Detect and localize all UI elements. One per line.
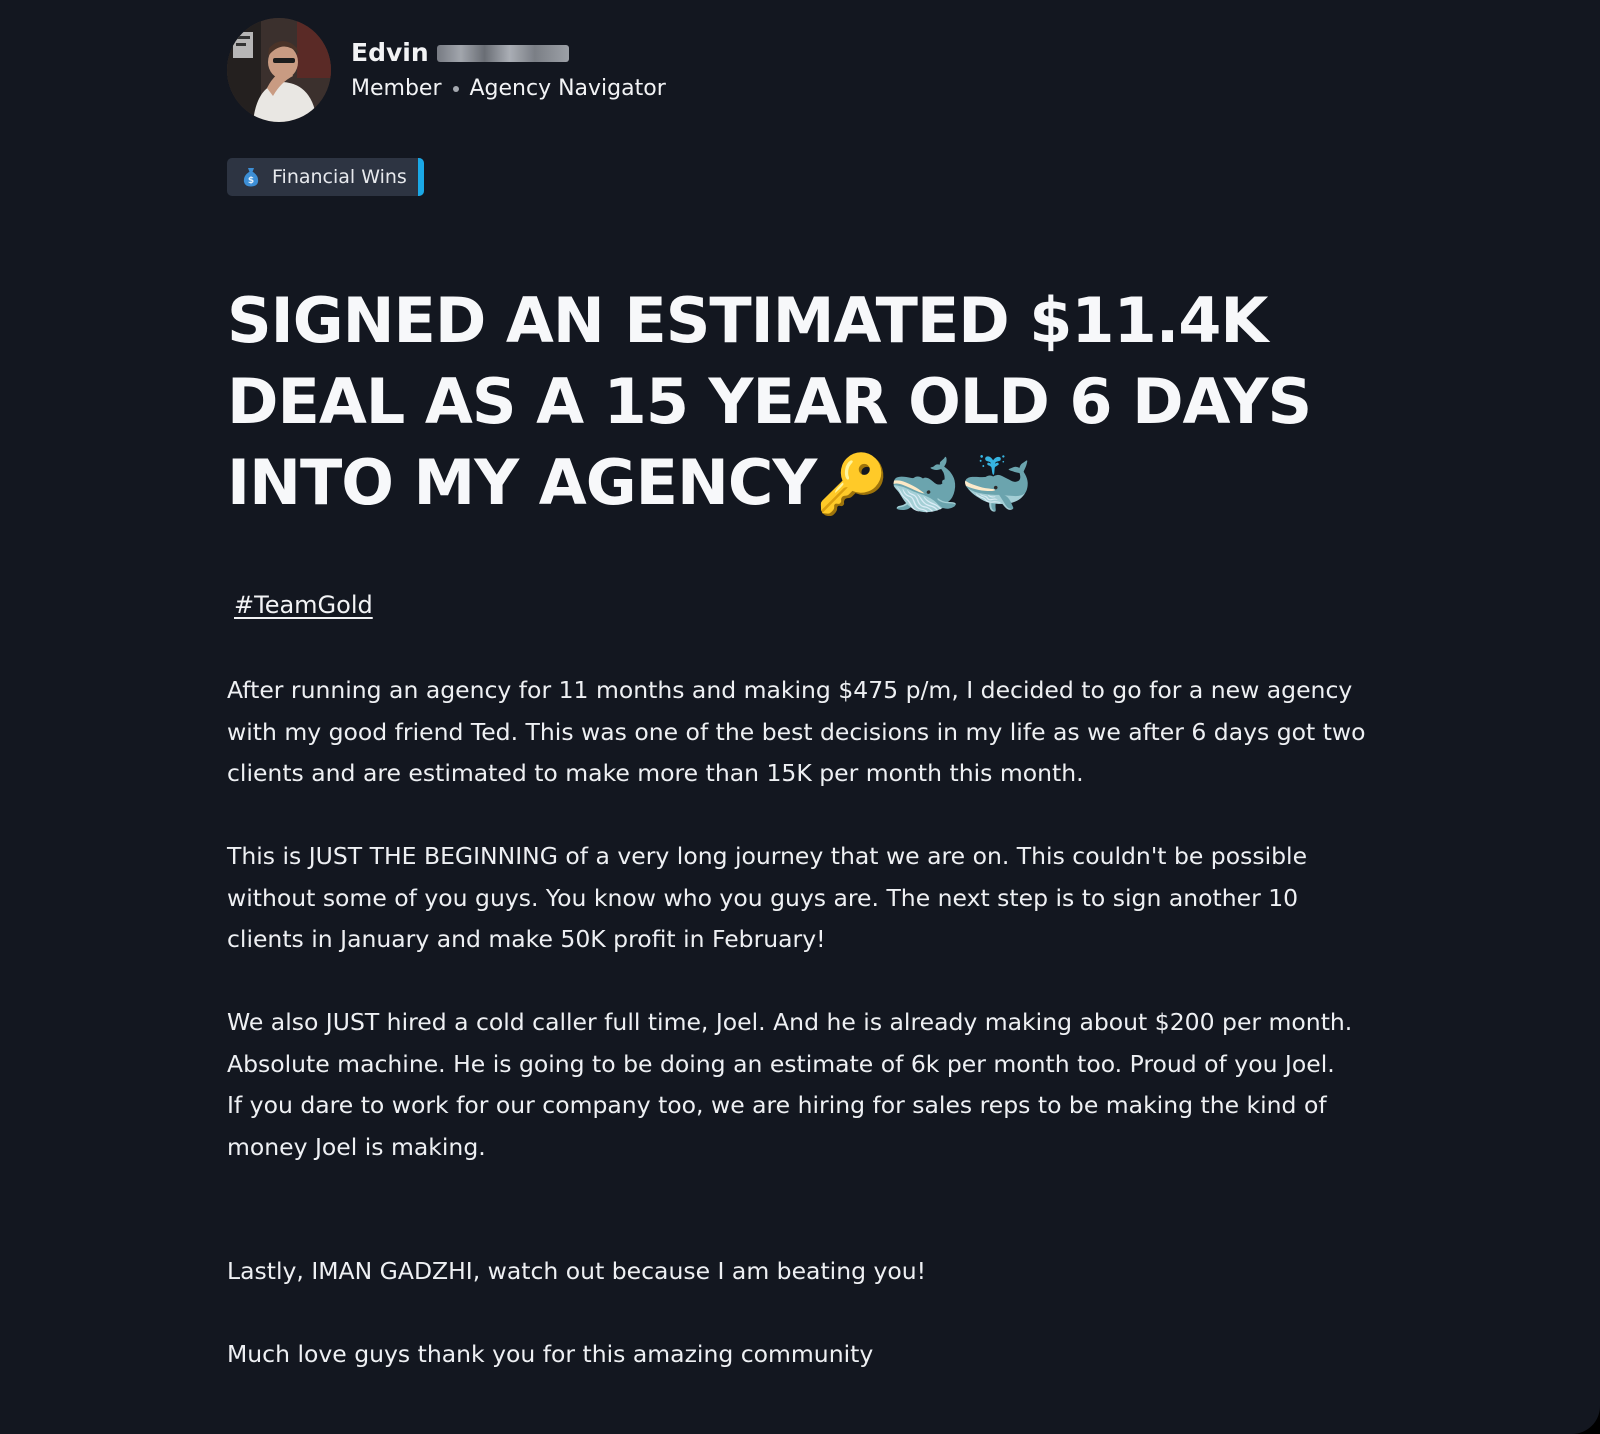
author-role: Member <box>351 76 442 101</box>
post-paragraph: Lastly, IMAN GADZHI, watch out because I… <box>227 1257 927 1285</box>
post-page: Edvin Member Agency Navigator $ Financia… <box>0 0 1600 1434</box>
author-subline: Member Agency Navigator <box>351 75 666 103</box>
post-title-text: SIGNED AN ESTIMATED $11.4K DEAL AS A 15 … <box>227 284 1312 519</box>
post-author: Edvin Member Agency Navigator <box>227 16 1377 124</box>
money-bag-icon: $ <box>243 168 259 187</box>
svg-text:$: $ <box>248 176 254 186</box>
post-paragraph: This is JUST THE BEGINNING of a very lon… <box>227 842 1308 953</box>
post-body: After running an agency for 11 months an… <box>227 670 1367 1376</box>
post-paragraph: If you dare to work for our company too,… <box>227 1091 1327 1161</box>
avatar[interactable] <box>227 18 331 122</box>
category-accent <box>418 158 424 196</box>
post-paragraph: We also JUST hired a cold caller full ti… <box>227 1008 1353 1078</box>
post-title: SIGNED AN ESTIMATED $11.4K DEAL AS A 15 … <box>227 280 1367 525</box>
post-paragraph: After running an agency for 11 months an… <box>227 676 1366 787</box>
separator-dot <box>452 86 459 92</box>
author-surname-redacted <box>436 44 569 62</box>
hashtag-link[interactable]: #TeamGold <box>234 590 373 620</box>
avatar-photo <box>227 18 331 122</box>
category-label: Financial Wins <box>272 166 407 188</box>
author-meta: Edvin Member Agency Navigator <box>351 37 666 103</box>
author-group[interactable]: Agency Navigator <box>470 75 666 103</box>
post-container: Edvin Member Agency Navigator $ Financia… <box>227 16 1377 1368</box>
author-name-row[interactable]: Edvin <box>351 37 666 69</box>
title-emoji: 🔑🐋🐳 <box>816 450 1033 518</box>
author-name[interactable]: Edvin <box>351 37 429 69</box>
category-tag[interactable]: $ Financial Wins <box>227 158 424 196</box>
post-paragraph: Much love guys thank you for this amazin… <box>227 1340 874 1368</box>
